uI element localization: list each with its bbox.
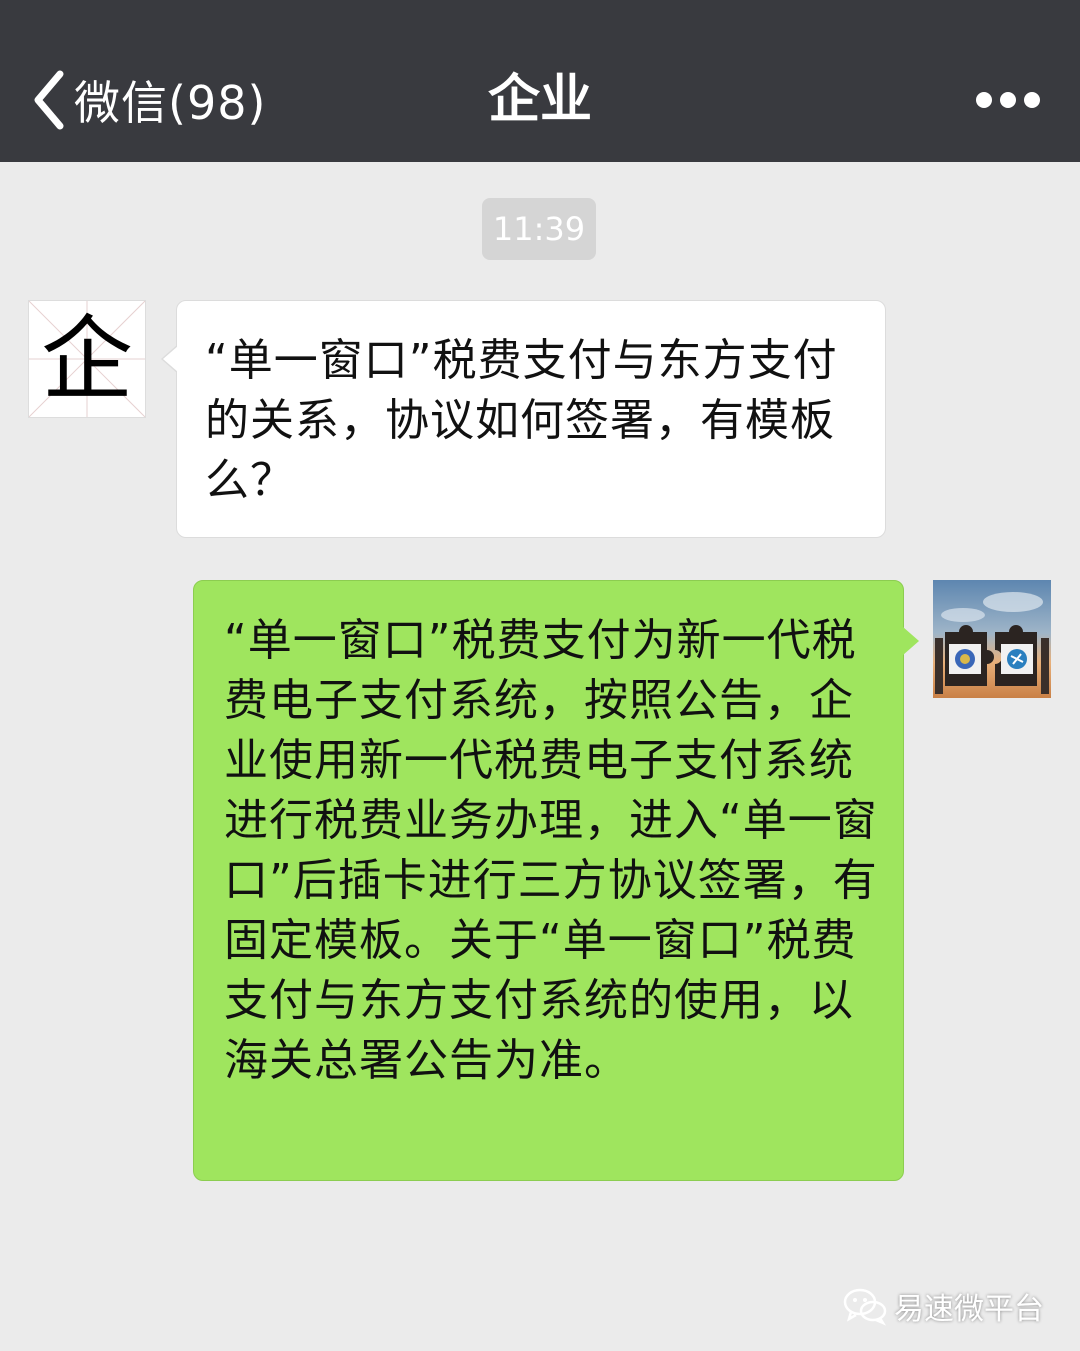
sent-message-bubble[interactable]: “单一窗口”税费支付为新一代税费电子支付系统，按照公告，企业使用新一代税费电子支… — [193, 580, 919, 1181]
nav-bar: 微信(98) 企业 — [0, 0, 1080, 162]
dot — [976, 92, 992, 108]
received-message-bubble[interactable]: “单一窗口”税费支付与东方支付的关系，协议如何签署，有模板么？ — [161, 300, 886, 538]
dot — [1024, 92, 1040, 108]
chat-title: 企业 — [487, 70, 592, 130]
more-dots-icon[interactable] — [976, 84, 1040, 116]
watermark-text: 易速微平台 — [894, 1292, 1044, 1327]
puzzle-avatar-image — [933, 580, 1051, 698]
dot — [1000, 92, 1016, 108]
contact-avatar[interactable]: 企 — [28, 300, 146, 418]
user-avatar[interactable] — [933, 580, 1051, 698]
wechat-icon — [843, 1288, 887, 1326]
watermark: 易速微平台 — [842, 1284, 1044, 1328]
avatar-glyph: 企 — [40, 306, 133, 413]
message-timestamp: 11:39 — [482, 198, 596, 260]
